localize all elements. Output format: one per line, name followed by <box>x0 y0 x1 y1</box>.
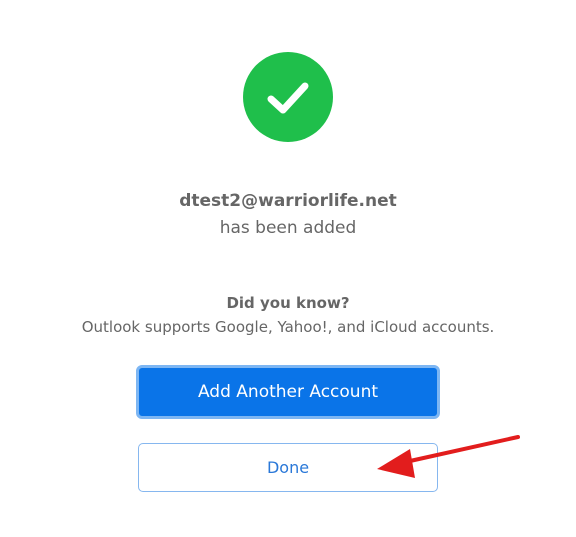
info-heading: Did you know? <box>226 294 350 312</box>
add-another-account-button[interactable]: Add Another Account <box>136 365 440 419</box>
account-status: has been added <box>219 218 357 238</box>
red-arrow-icon <box>377 435 520 478</box>
success-check-icon <box>243 52 333 142</box>
checkmark-icon <box>267 82 309 114</box>
info-body: Outlook supports Google, Yahoo!, and iCl… <box>81 318 495 336</box>
account-email: dtest2@warriorlife.net <box>179 191 397 211</box>
